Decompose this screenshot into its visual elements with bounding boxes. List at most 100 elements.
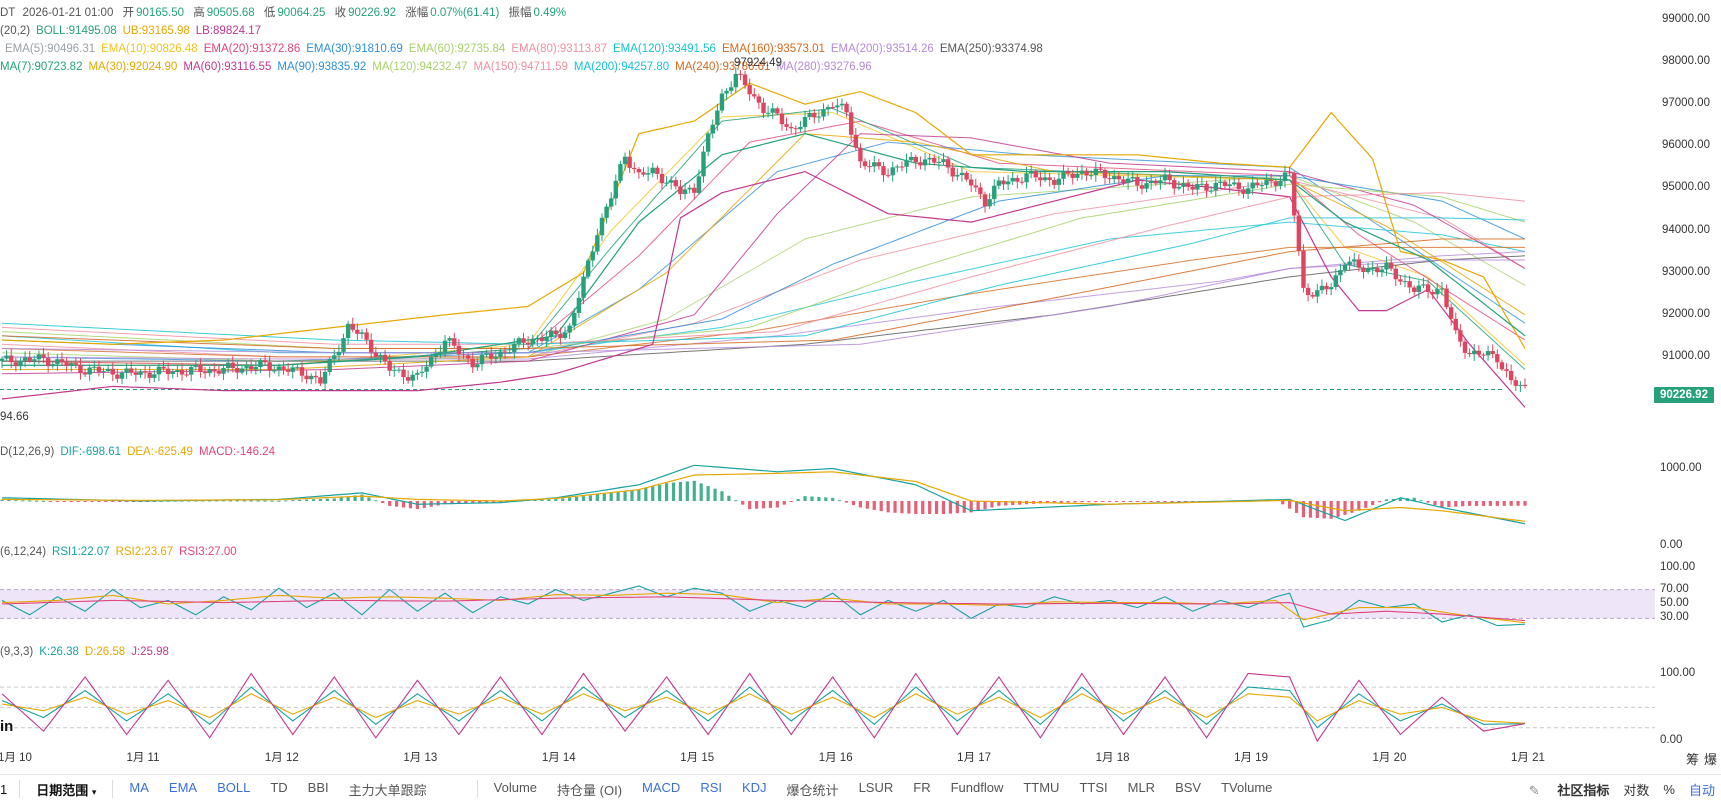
overlay-tab-0[interactable]: MA: [119, 780, 159, 799]
indicator-tab-1[interactable]: 持仓量 (OI): [547, 780, 632, 799]
candle-body: [673, 180, 679, 187]
candle-body: [133, 372, 139, 375]
legend-entry: D(12,26,9): [0, 446, 55, 458]
candle-body: [1061, 171, 1066, 179]
candle-body: [899, 166, 905, 168]
candle-body: [295, 367, 300, 369]
overlay-tab-1[interactable]: EMA: [159, 780, 207, 799]
candle-body: [419, 371, 425, 373]
legend-entry: K:26.38: [39, 646, 79, 658]
indicator-tab-6[interactable]: LSUR: [849, 780, 904, 799]
candle-body: [4, 355, 9, 359]
macd-histogram-bar: [948, 501, 953, 514]
left-stub[interactable]: 1: [0, 782, 13, 797]
macd-histogram-bar: [817, 496, 821, 501]
kdj-legend[interactable]: (9,3,3) K:26.38 D:26.58 J:25.98: [0, 645, 175, 660]
overlay-tab-5[interactable]: 主力大单跟踪: [339, 780, 437, 799]
candle-body: [895, 166, 900, 168]
macd-histogram-bar: [720, 491, 724, 501]
divider: [476, 780, 478, 798]
indicator-tab-8[interactable]: Fundflow: [941, 780, 1014, 799]
candle-body: [189, 366, 194, 375]
macd-histogram-bar: [872, 501, 876, 510]
candle-body: [1370, 267, 1375, 269]
candle-body: [1435, 288, 1440, 295]
auto-scale-toggle[interactable]: 自动: [1689, 780, 1715, 799]
candle-body: [724, 90, 729, 94]
percent-scale-toggle[interactable]: %: [1663, 782, 1675, 797]
legend-entry: EMA(80):93113.87: [511, 43, 608, 55]
candle-body: [1121, 179, 1126, 183]
candle-body: [55, 359, 60, 365]
indicator-tab-0[interactable]: Volume: [484, 780, 547, 799]
ema-line-0: [1, 112, 1526, 366]
candle-body: [572, 312, 577, 326]
candle-body: [512, 343, 517, 353]
macd-histogram-bar: [789, 501, 793, 502]
indicator-tab-12[interactable]: BSV: [1165, 780, 1211, 799]
candle-body: [475, 364, 480, 368]
boll-legend[interactable]: (20,2) BOLL:91495.08 UB:93165.98 LB:89824.1…: [0, 24, 267, 39]
ema-legend[interactable]: EMA(5):90496.31 EMA(10):90826.48 EMA(20):9…: [5, 42, 1049, 57]
macd-histogram-bar: [983, 501, 987, 510]
community-indicators-button[interactable]: ✎ 社区指标: [1515, 780, 1610, 799]
liquidation-toggle[interactable]: 爆: [1704, 749, 1717, 768]
date-range-label: 日期范围: [36, 782, 89, 798]
macd-histogram-bar: [713, 488, 717, 501]
candle-body: [978, 187, 983, 195]
indicator-tab-9[interactable]: TTMU: [1013, 780, 1069, 799]
indicator-tab-2[interactable]: MACD: [632, 780, 690, 799]
candle-body: [1259, 185, 1265, 187]
candle-body: [489, 353, 494, 359]
macd-histogram-bar: [1066, 501, 1070, 503]
candle-body: [207, 369, 212, 374]
indicator-tab-7[interactable]: FR: [903, 780, 940, 799]
candle-body: [69, 363, 74, 367]
candle-body: [18, 360, 23, 367]
candle-body: [1033, 170, 1038, 178]
chip-distribution-toggle[interactable]: 筹: [1686, 749, 1699, 768]
overlay-tab-4[interactable]: BBI: [298, 780, 339, 799]
indicator-tab-3[interactable]: RSI: [690, 780, 732, 799]
legend-entry: RSI3:27.00: [179, 546, 237, 558]
macd-histogram-bar: [561, 498, 565, 501]
candle-body: [442, 340, 448, 352]
candle-body: [1222, 181, 1228, 187]
candle-body: [1338, 270, 1343, 276]
legend-entry: LB:89824.17: [195, 25, 261, 37]
candle-body: [613, 180, 619, 199]
macd-histogram-bar: [1419, 500, 1423, 502]
overlay-tab-3[interactable]: TD: [260, 780, 297, 799]
candle-body: [447, 338, 452, 341]
indicator-tab-13[interactable]: TVolume: [1211, 780, 1282, 799]
candle-body: [816, 116, 822, 118]
candle-body: [193, 365, 199, 367]
macd-legend[interactable]: D(12,26,9) DIF:-698.61 DEA:-625.49 MACD:-14…: [0, 445, 281, 460]
macd-histogram-bar: [581, 496, 586, 501]
legend-entry: MA(30):92024.90: [88, 61, 178, 73]
boll-upper-line: [1, 82, 1526, 349]
date-range-button[interactable]: 日期范围 ▾: [26, 780, 106, 799]
candle-body: [595, 235, 600, 252]
chart-canvas[interactable]: [0, 0, 1721, 774]
candle-body: [1144, 183, 1149, 189]
candle-body: [1070, 173, 1075, 178]
candle-body: [110, 368, 115, 375]
rsi-legend[interactable]: (6,12,24) RSI1:22.07 RSI2:23.67 RSI3:27.00: [0, 545, 243, 560]
log-scale-toggle[interactable]: 对数: [1623, 780, 1649, 799]
candle-body: [1047, 177, 1052, 180]
indicator-tab-10[interactable]: TTSI: [1069, 780, 1117, 799]
candle-body: [812, 112, 817, 118]
candle-body: [170, 371, 175, 375]
candle-body: [1273, 181, 1278, 186]
indicator-tab-5[interactable]: 爆仓统计: [777, 780, 849, 799]
macd-histogram-bar: [1288, 501, 1292, 509]
indicator-tab-11[interactable]: MLR: [1118, 780, 1165, 799]
macd-histogram-bar: [1170, 501, 1174, 502]
candle-body: [1379, 269, 1385, 273]
high-marker: 97924.49: [734, 57, 782, 69]
macd-histogram-bar: [741, 501, 745, 505]
overlay-tab-2[interactable]: BOLL: [207, 780, 260, 799]
indicator-tab-4[interactable]: KDJ: [732, 780, 777, 799]
legend-entry: MA(60):93116.55: [183, 61, 272, 73]
